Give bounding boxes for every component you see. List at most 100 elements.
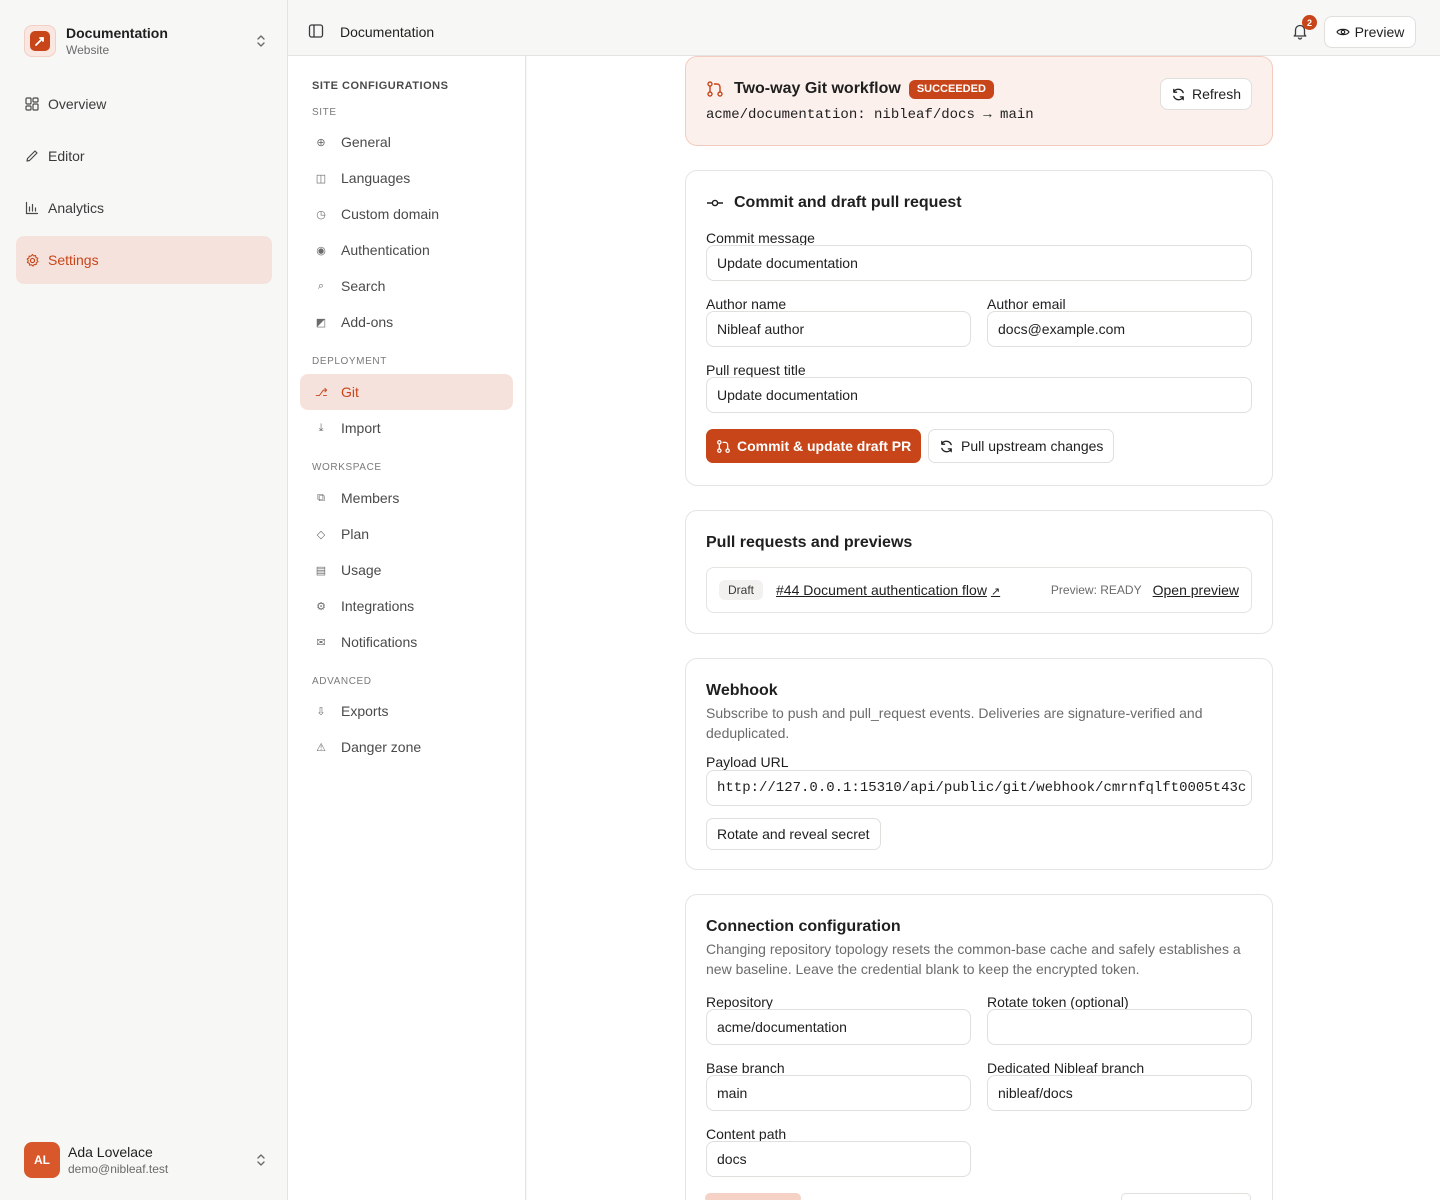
content-path-input[interactable]: docs xyxy=(706,1141,971,1177)
nav-item-editor[interactable]: Editor xyxy=(16,132,272,180)
export-icon: ⇩ xyxy=(316,705,326,718)
workspace-switcher[interactable]: Documentation Website xyxy=(24,24,270,58)
user-name: Ada Lovelace xyxy=(68,1143,153,1160)
settings-item-git[interactable]: ⎇ Git xyxy=(300,374,513,410)
pull-upstream-button[interactable]: Pull upstream changes xyxy=(928,429,1115,463)
payload-url-input[interactable]: http://127.0.0.1:15310/api/public/git/we… xyxy=(706,770,1252,806)
pr-title-input[interactable]: Update documentation xyxy=(706,377,1252,413)
settings-item-languages[interactable]: ◫ Languages xyxy=(300,160,513,196)
settings-item-label: Integrations xyxy=(341,598,415,614)
settings-item-members[interactable]: ⧉ Members xyxy=(300,480,513,516)
bar-chart-icon xyxy=(24,200,40,216)
dedicated-branch-label: Dedicated Nibleaf branch xyxy=(987,1060,1145,1076)
settings-item-label: Search xyxy=(341,278,386,294)
settings-group-workspace: WORKSPACE xyxy=(312,462,382,473)
pull-requests-title: Pull requests and previews xyxy=(706,534,913,551)
pr-link[interactable]: #44 Document authentication flow ↗ xyxy=(776,582,1000,598)
repo-branch-line: acme/documentation: nibleaf/docs → main xyxy=(706,107,1034,123)
webhook-card: Webhook Subscribe to push and pull_reque… xyxy=(685,658,1273,870)
webhook-title: Webhook xyxy=(706,682,778,699)
eye-icon xyxy=(1335,28,1350,36)
preview-label: Preview xyxy=(1354,24,1405,40)
user-menu[interactable]: AL Ada Lovelace demo@nibleaf.test xyxy=(24,1142,270,1178)
open-preview-link[interactable]: Open preview xyxy=(1153,582,1239,598)
lock-icon: ◉ xyxy=(316,244,326,257)
commit-button-label: Commit & update draft PR xyxy=(737,438,912,454)
git-branch-icon: ⎇ xyxy=(315,386,328,399)
settings-item-label: Notifications xyxy=(341,634,418,650)
nav-item-analytics[interactable]: Analytics xyxy=(16,184,272,232)
settings-item-label: General xyxy=(341,134,391,150)
pull-button-label: Pull upstream changes xyxy=(961,438,1104,454)
settings-item-search[interactable]: ⌕ Search xyxy=(300,268,513,304)
save-button-partial[interactable] xyxy=(705,1193,801,1200)
refresh-button[interactable]: Refresh xyxy=(1160,78,1252,110)
settings-item-label: Custom domain xyxy=(341,206,440,222)
settings-item-notifications[interactable]: ✉ Notifications xyxy=(300,624,513,660)
chevron-up-down-icon[interactable] xyxy=(252,32,270,50)
page-title: Documentation xyxy=(340,24,435,40)
repository-input[interactable]: acme/documentation xyxy=(706,1009,971,1045)
diamond-icon: ◇ xyxy=(316,528,326,541)
puzzle-icon: ◩ xyxy=(315,316,327,329)
settings-item-plan[interactable]: ◇ Plan xyxy=(300,516,513,552)
notification-badge: 2 xyxy=(1302,15,1317,30)
settings-item-general[interactable]: ⊕ General xyxy=(300,124,513,160)
commit-update-pr-button[interactable]: Commit & update draft PR xyxy=(706,429,922,463)
nav-label: Settings xyxy=(48,252,99,268)
commit-message-input[interactable]: Update documentation xyxy=(706,245,1252,281)
settings-item-exports[interactable]: ⇩ Exports xyxy=(300,693,513,729)
settings-item-danger-zone[interactable]: ⚠ Danger zone xyxy=(300,729,513,765)
settings-item-label: Git xyxy=(341,384,359,400)
token-label: Rotate token (optional) xyxy=(987,994,1129,1010)
settings-item-custom-domain[interactable]: ◷ Custom domain xyxy=(300,196,513,232)
author-name-input[interactable]: Nibleaf author xyxy=(706,311,971,347)
chevron-up-down-icon[interactable] xyxy=(252,1151,270,1169)
settings-item-import[interactable]: ⤓ Import xyxy=(300,410,513,446)
git-workflow-title-row: Two-way Git workflow SUCCEEDED xyxy=(706,79,994,99)
author-email-input[interactable]: docs@example.com xyxy=(987,311,1252,347)
refresh-icon xyxy=(1173,88,1184,100)
nav-item-settings[interactable]: Settings xyxy=(16,236,272,284)
pr-title: #44 Document authentication flow xyxy=(776,582,987,598)
settings-content: Two-way Git workflow SUCCEEDED acme/docu… xyxy=(527,56,1440,1200)
mail-icon: ✉ xyxy=(316,636,326,649)
settings-item-label: Add-ons xyxy=(341,314,394,330)
settings-group-site: SITE xyxy=(312,107,337,118)
webhook-description: Subscribe to push and pull_request event… xyxy=(706,705,1203,741)
settings-item-authentication[interactable]: ◉ Authentication xyxy=(300,232,513,268)
status-badge: SUCCEEDED xyxy=(908,79,994,99)
base-branch-input[interactable]: main xyxy=(706,1075,971,1111)
connection-card: Connection configuration Changing reposi… xyxy=(685,894,1273,1200)
external-link-icon: ↗ xyxy=(990,586,1001,598)
download-icon: ⤓ xyxy=(318,421,324,434)
settings-group-advanced: ADVANCED xyxy=(312,676,372,687)
rotate-secret-button[interactable]: Rotate and reveal secret xyxy=(706,818,881,850)
primary-nav: Overview Editor Analytics Settings xyxy=(16,80,272,288)
refresh-icon xyxy=(941,440,952,452)
dedicated-branch-input[interactable]: nibleaf/docs xyxy=(987,1075,1252,1111)
git-pull-request-icon xyxy=(717,439,730,453)
content-path-label: Content path xyxy=(706,1126,787,1142)
commit-title: Commit and draft pull request xyxy=(734,194,962,211)
nav-label: Editor xyxy=(48,148,85,164)
search-icon: ⌕ xyxy=(317,279,325,292)
user-email: demo@nibleaf.test xyxy=(68,1161,169,1176)
sidebar-toggle-icon[interactable] xyxy=(308,23,324,39)
book-icon: ◫ xyxy=(315,172,327,185)
git-workflow-title: Two-way Git workflow xyxy=(734,80,901,97)
settings-item-integrations[interactable]: ⚙ Integrations xyxy=(300,588,513,624)
preview-button[interactable]: Preview xyxy=(1324,16,1416,48)
token-input[interactable] xyxy=(987,1009,1252,1045)
nav-item-overview[interactable]: Overview xyxy=(16,80,272,128)
plug-icon: ⚙ xyxy=(316,600,326,613)
settings-item-usage[interactable]: ▤ Usage xyxy=(300,552,513,588)
nav-label: Overview xyxy=(48,96,107,112)
refresh-label: Refresh xyxy=(1191,86,1242,102)
top-bar: Documentation 2 Preview xyxy=(288,0,1440,56)
list-icon: ▤ xyxy=(315,564,327,577)
secondary-button-partial[interactable] xyxy=(1121,1193,1251,1200)
domain-icon: ◷ xyxy=(316,208,326,221)
settings-item-add-ons[interactable]: ◩ Add-ons xyxy=(300,304,513,340)
connection-title: Connection configuration xyxy=(706,918,901,935)
